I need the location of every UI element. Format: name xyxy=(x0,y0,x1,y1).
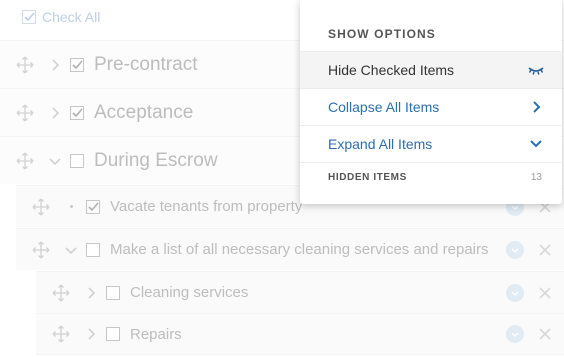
checkbox-checked-icon[interactable] xyxy=(86,199,100,214)
chevron-right-icon[interactable] xyxy=(48,106,62,120)
checklist-item-label: Acceptance xyxy=(94,101,194,123)
chevron-right-icon[interactable] xyxy=(48,58,62,72)
drag-handle-icon[interactable] xyxy=(32,198,50,216)
drag-handle-icon[interactable] xyxy=(16,104,34,122)
expand-all-items-option[interactable]: Expand All Items xyxy=(300,125,562,162)
check-all-label[interactable]: Check All xyxy=(42,9,100,25)
checkbox-unchecked-icon[interactable] xyxy=(106,327,120,341)
checklist-item-cleaning-list[interactable]: Make a list of all necessary cleaning se… xyxy=(16,228,564,270)
drag-handle-icon[interactable] xyxy=(32,241,50,259)
drag-handle-icon[interactable] xyxy=(52,284,70,302)
item-actions xyxy=(506,229,552,270)
delete-item-icon[interactable] xyxy=(538,243,552,257)
chevron-down-icon xyxy=(511,247,519,253)
chevron-right-icon[interactable] xyxy=(84,327,98,341)
chevron-right-icon[interactable] xyxy=(84,286,98,300)
chevron-down-icon[interactable] xyxy=(64,243,78,257)
option-label: Hide Checked Items xyxy=(328,62,455,78)
delete-item-icon[interactable] xyxy=(538,327,552,341)
checklist-item-label: Cleaning services xyxy=(130,284,249,301)
check-all-control[interactable]: Check All xyxy=(22,9,100,25)
item-options-button[interactable] xyxy=(506,283,524,302)
item-options-button[interactable] xyxy=(506,325,524,343)
dropdown-title: SHOW OPTIONS xyxy=(328,27,436,41)
checkbox-unchecked-icon[interactable] xyxy=(70,153,84,168)
checklist-item-repairs[interactable]: Repairs xyxy=(36,313,564,355)
checkbox-unchecked-icon[interactable] xyxy=(86,242,100,257)
checklist-item-label: Pre-contract xyxy=(94,53,198,75)
checklist-item-label: Make a list of all necessary cleaning se… xyxy=(110,241,489,258)
item-options-button[interactable] xyxy=(506,240,524,259)
hidden-items-row: HIDDEN ITEMS 13 xyxy=(300,162,562,192)
hide-checked-items-option[interactable]: Hide Checked Items xyxy=(300,51,562,88)
bullet-icon xyxy=(64,200,78,214)
checkbox-unchecked-icon[interactable] xyxy=(106,285,120,300)
drag-handle-icon[interactable] xyxy=(16,152,34,170)
checklist-item-cleaning-services[interactable]: Cleaning services xyxy=(36,271,564,313)
checklist-item-label: During Escrow xyxy=(94,149,218,171)
item-actions xyxy=(506,272,552,313)
option-label: Collapse All Items xyxy=(328,99,440,115)
checklist-item-label: Vacate tenants from property xyxy=(110,198,303,215)
checkbox-checked-icon[interactable] xyxy=(70,105,84,120)
option-label: Expand All Items xyxy=(328,136,433,152)
eye-closed-icon xyxy=(528,67,544,75)
chevron-down-icon xyxy=(511,332,519,338)
hidden-items-label: HIDDEN ITEMS xyxy=(328,172,407,183)
delete-item-icon[interactable] xyxy=(538,286,552,300)
checkbox-checked-icon[interactable] xyxy=(22,10,36,24)
hidden-items-count: 13 xyxy=(530,172,542,183)
show-options-dropdown: SHOW OPTIONS Hide Checked Items Collapse… xyxy=(300,0,562,204)
checkbox-checked-icon[interactable] xyxy=(70,57,84,72)
item-actions xyxy=(506,314,552,354)
drag-handle-icon[interactable] xyxy=(52,325,70,343)
chevron-right-icon xyxy=(533,101,541,113)
chevron-down-icon[interactable] xyxy=(48,154,62,168)
chevron-down-icon xyxy=(511,290,519,296)
drag-handle-icon[interactable] xyxy=(16,56,34,74)
chevron-down-icon xyxy=(530,140,542,148)
collapse-all-items-option[interactable]: Collapse All Items xyxy=(300,88,562,125)
checklist-item-label: Repairs xyxy=(130,325,182,343)
